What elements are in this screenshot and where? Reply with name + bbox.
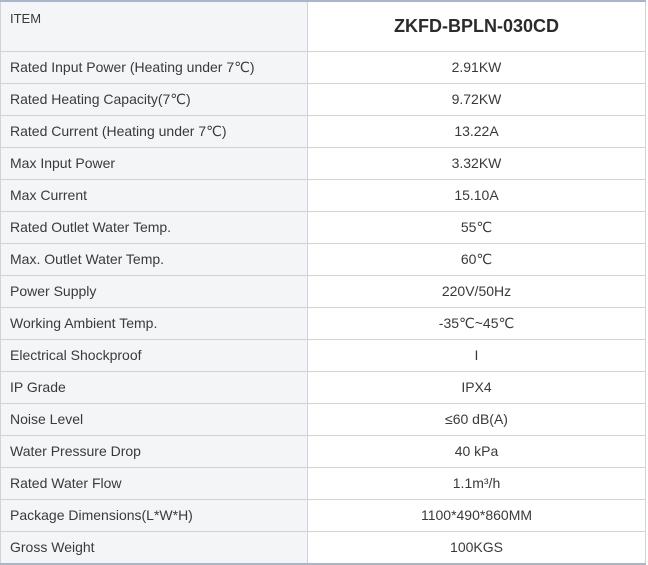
table-row: Rated Current (Heating under 7℃) 13.22A [0,115,646,148]
table-row: Rated Heating Capacity(7℃) 9.72KW [0,83,646,116]
spec-label: Rated Current (Heating under 7℃) [0,115,308,148]
spec-value: ≤60 dB(A) [307,403,646,436]
spec-label: Working Ambient Temp. [0,307,308,340]
spec-label: Rated Outlet Water Temp. [0,211,308,244]
table-header-row: ITEM ZKFD-BPLN-030CD [0,0,646,52]
spec-label: Max Input Power [0,147,308,180]
spec-value: 15.10A [307,179,646,212]
spec-value: 13.22A [307,115,646,148]
spec-value: 1100*490*860MM [307,499,646,532]
table-row: IP Grade IPX4 [0,371,646,404]
table-row: Gross Weight 100KGS [0,531,646,565]
spec-value: 220V/50Hz [307,275,646,308]
table-row: Max Current 15.10A [0,179,646,212]
spec-label: Rated Heating Capacity(7℃) [0,83,308,116]
table-row: Water Pressure Drop 40 kPa [0,435,646,468]
spec-label: Water Pressure Drop [0,435,308,468]
spec-value: 40 kPa [307,435,646,468]
table-row: Max Input Power 3.32KW [0,147,646,180]
spec-table: ITEM ZKFD-BPLN-030CD Rated Input Power (… [0,0,646,565]
spec-value: IPX4 [307,371,646,404]
table-row: Power Supply 220V/50Hz [0,275,646,308]
spec-value: 60℃ [307,243,646,276]
table-row: Max. Outlet Water Temp. 60℃ [0,243,646,276]
table-row: Noise Level ≤60 dB(A) [0,403,646,436]
spec-value: -35℃~45℃ [307,307,646,340]
spec-label: Gross Weight [0,531,308,565]
spec-value: 55℃ [307,211,646,244]
table-row: Working Ambient Temp. -35℃~45℃ [0,307,646,340]
spec-value: 1.1m³/h [307,467,646,500]
spec-value: 100KGS [307,531,646,565]
table-row: Rated Outlet Water Temp. 55℃ [0,211,646,244]
spec-label: Rated Input Power (Heating under 7℃) [0,51,308,84]
spec-table-body: ITEM ZKFD-BPLN-030CD Rated Input Power (… [0,0,646,565]
spec-label: Max Current [0,179,308,212]
table-row: Electrical Shockproof I [0,339,646,372]
model-header-cell: ZKFD-BPLN-030CD [307,0,646,52]
spec-value: I [307,339,646,372]
spec-label: Electrical Shockproof [0,339,308,372]
table-row: Rated Water Flow 1.1m³/h [0,467,646,500]
spec-label: Max. Outlet Water Temp. [0,243,308,276]
spec-label: Rated Water Flow [0,467,308,500]
spec-label: Power Supply [0,275,308,308]
spec-value: 3.32KW [307,147,646,180]
spec-value: 2.91KW [307,51,646,84]
item-header-cell: ITEM [0,0,308,52]
spec-value: 9.72KW [307,83,646,116]
spec-label: Package Dimensions(L*W*H) [0,499,308,532]
table-row: Rated Input Power (Heating under 7℃) 2.9… [0,51,646,84]
table-row: Package Dimensions(L*W*H) 1100*490*860MM [0,499,646,532]
spec-label: Noise Level [0,403,308,436]
spec-label: IP Grade [0,371,308,404]
